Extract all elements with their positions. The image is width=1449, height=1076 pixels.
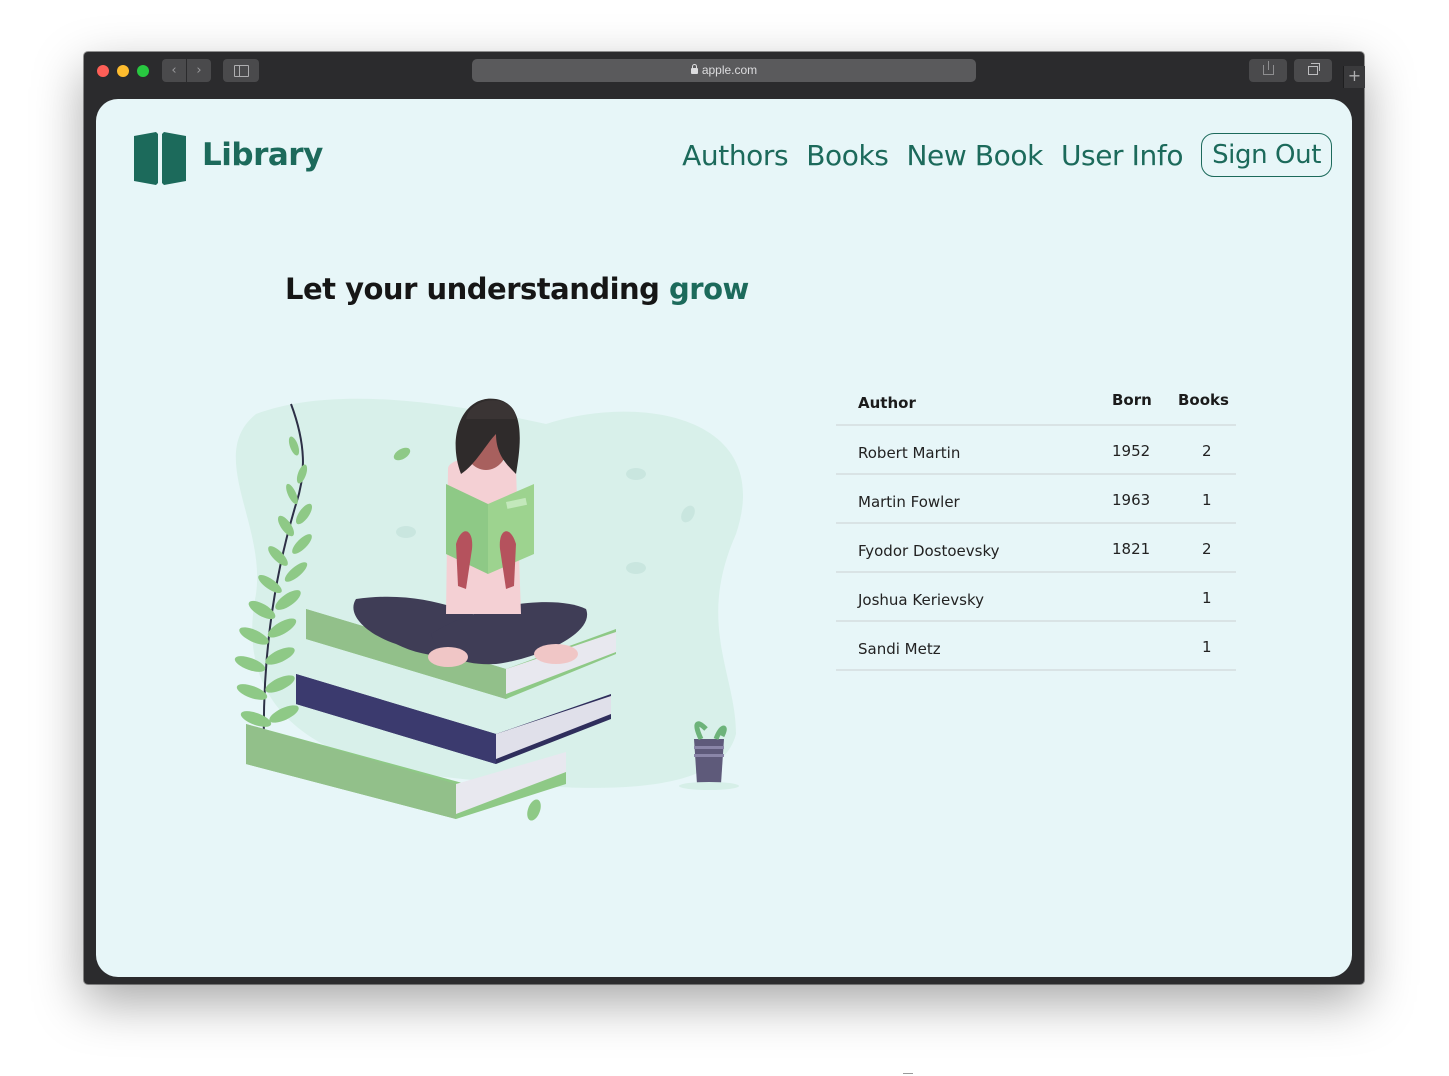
author-book-count: 1 — [1202, 491, 1212, 509]
nav-books-link[interactable]: Books — [806, 139, 889, 172]
sidebar-toggle-button[interactable] — [223, 59, 259, 82]
maximize-window-button[interactable] — [137, 65, 149, 77]
author-book-count: 1 — [1202, 638, 1212, 656]
author-name[interactable]: Sandi Metz — [858, 640, 941, 658]
table-header-row: Author Born Books — [836, 384, 1236, 426]
table-row[interactable]: Sandi Metz 1 — [836, 622, 1236, 671]
author-born: 1821 — [1112, 540, 1151, 558]
divider — [903, 1073, 913, 1074]
authors-table: Author Born Books Robert Martin 1952 2 M… — [836, 384, 1236, 671]
lock-icon — [690, 64, 698, 74]
table-row[interactable]: Fyodor Dostoevsky 1821 2 — [836, 524, 1236, 573]
author-name[interactable]: Joshua Kerievsky — [858, 591, 984, 609]
new-tab-button[interactable]: + — [1343, 66, 1365, 88]
chevron-left-icon: ‹ — [171, 63, 177, 78]
browser-toolbar: ‹ › apple.com + — [84, 52, 1365, 90]
main-nav: Authors Books New Book User Info Sign Ou… — [664, 133, 1332, 177]
author-born: 1963 — [1112, 491, 1151, 509]
author-book-count: 2 — [1202, 442, 1212, 460]
minimize-window-button[interactable] — [117, 65, 129, 77]
page-title: Let your understanding grow — [285, 272, 749, 306]
close-window-button[interactable] — [97, 65, 109, 77]
address-bar[interactable]: apple.com — [472, 59, 976, 82]
nav-authors-link[interactable]: Authors — [682, 139, 788, 172]
plus-icon: + — [1347, 66, 1362, 85]
nav-new-book-link[interactable]: New Book — [906, 139, 1043, 172]
author-book-count: 2 — [1202, 540, 1212, 558]
column-header-author[interactable]: Author — [858, 394, 916, 412]
back-button[interactable]: ‹ — [162, 59, 186, 82]
page-viewport: Library Authors Books New Book User Info… — [96, 99, 1352, 977]
brand-name[interactable]: Library — [202, 137, 323, 173]
share-icon — [1263, 61, 1274, 75]
table-row[interactable]: Joshua Kerievsky 1 — [836, 573, 1236, 622]
sidebar-icon — [234, 65, 249, 77]
author-name[interactable]: Martin Fowler — [858, 493, 960, 511]
author-name[interactable]: Robert Martin — [858, 444, 960, 462]
nav-user-info-link[interactable]: User Info — [1061, 139, 1184, 172]
open-book-icon[interactable] — [134, 132, 186, 185]
column-header-born[interactable]: Born — [1112, 391, 1152, 409]
forward-button[interactable]: › — [187, 59, 211, 82]
table-row[interactable]: Robert Martin 1952 2 — [836, 426, 1236, 475]
browser-window: ‹ › apple.com + Library Authors Books Ne… — [84, 52, 1365, 984]
column-header-books[interactable]: Books — [1178, 391, 1229, 409]
headline-accent: grow — [669, 272, 749, 306]
headline-lead: Let your understanding — [285, 272, 670, 306]
sign-out-button[interactable]: Sign Out — [1201, 133, 1332, 177]
table-row[interactable]: Martin Fowler 1963 1 — [836, 475, 1236, 524]
chevron-right-icon: › — [196, 63, 202, 78]
author-born: 1952 — [1112, 442, 1151, 460]
reading-woman-illustration — [234, 398, 744, 821]
share-button[interactable] — [1249, 59, 1287, 82]
author-book-count: 1 — [1202, 589, 1212, 607]
author-name[interactable]: Fyodor Dostoevsky — [858, 542, 1000, 560]
url-text: apple.com — [701, 63, 758, 77]
tab-overview-button[interactable] — [1294, 59, 1332, 82]
tabs-icon — [1308, 63, 1320, 75]
